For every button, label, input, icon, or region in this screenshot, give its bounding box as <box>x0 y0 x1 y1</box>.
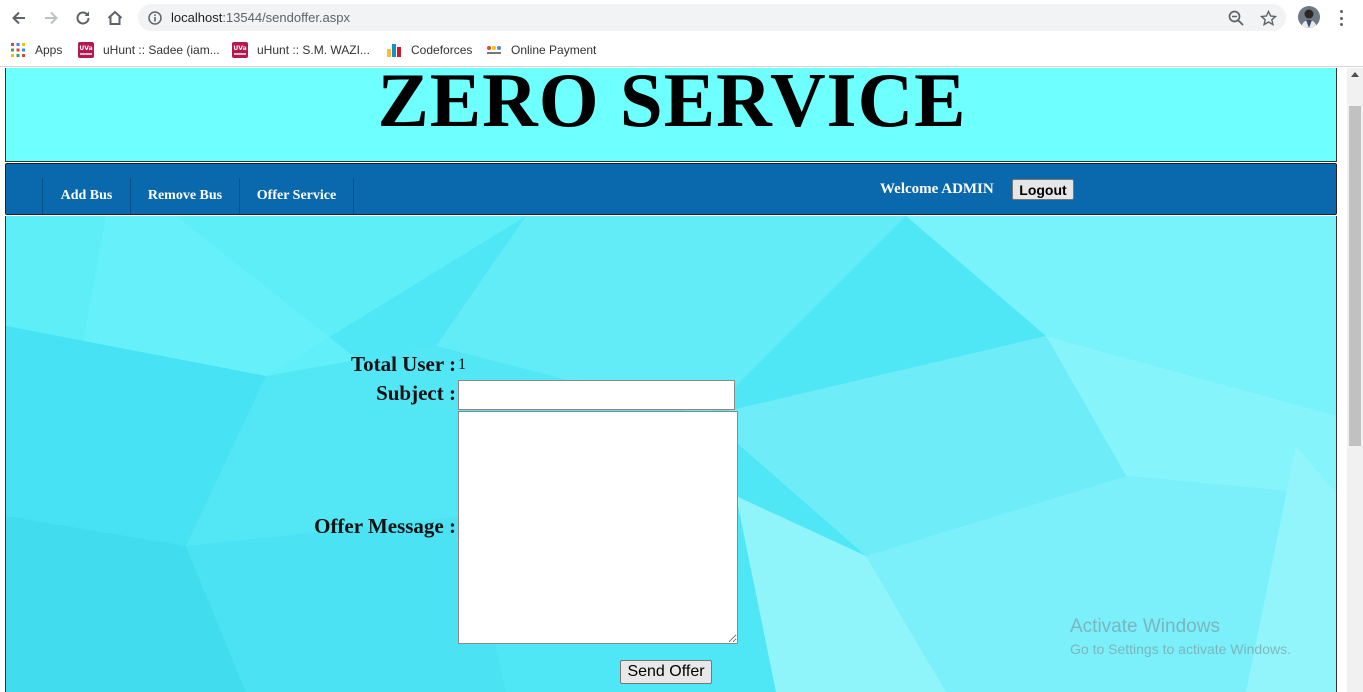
bookmark-label: uHunt :: Sadee (iam... <box>103 43 220 57</box>
total-user-label: Total User : <box>351 352 456 376</box>
svg-text:UVa: UVa <box>233 45 246 52</box>
admin-navbar: Add Bus Remove Bus Offer Service Welcome… <box>5 163 1337 215</box>
web-page: ZERO SERVICE Add Bus Remove Bus Offer Se… <box>0 68 1347 692</box>
home-icon[interactable] <box>104 7 126 29</box>
url-path: :13544/sendoffer.aspx <box>222 10 351 25</box>
browser-menu-icon[interactable] <box>1333 8 1349 28</box>
payment-icon <box>486 42 502 58</box>
svg-text:UVa: UVa <box>79 45 92 52</box>
site-title: ZERO SERVICE <box>377 68 967 143</box>
nav-separator <box>353 178 354 214</box>
url-text: localhost:13544/sendoffer.aspx <box>171 10 350 25</box>
site-header: ZERO SERVICE <box>5 68 1337 162</box>
send-offer-button[interactable]: Send Offer <box>620 660 712 684</box>
info-icon[interactable] <box>146 9 164 27</box>
welcome-text: Welcome ADMIN <box>880 181 994 197</box>
scroll-up-arrow-icon[interactable] <box>1351 72 1359 77</box>
apps-grid-icon <box>10 42 26 58</box>
reload-icon[interactable] <box>72 7 94 29</box>
page-scrollbar[interactable] <box>1347 68 1363 692</box>
browser-toolbar: localhost:13544/sendoffer.aspx <box>0 0 1363 35</box>
bookmark-codeforces[interactable]: Codeforces <box>386 41 472 59</box>
address-bar[interactable]: localhost:13544/sendoffer.aspx <box>138 4 1286 31</box>
activate-windows-subtitle: Go to Settings to activate Windows. <box>1070 641 1291 657</box>
bookmark-apps[interactable]: Apps <box>10 41 62 59</box>
profile-avatar[interactable] <box>1298 6 1320 28</box>
bookmark-label: Online Payment <box>511 43 597 57</box>
bookmarks-bar: Apps UVa uHunt :: Sadee (iam... UVa uHun… <box>0 35 1363 67</box>
url-host: localhost <box>171 10 223 25</box>
nav-offer-service[interactable]: Offer Service <box>240 178 353 214</box>
logout-button[interactable]: Logout <box>1012 179 1074 200</box>
uva-icon: UVa <box>232 42 248 58</box>
bookmark-label: uHunt :: S.M. WAZI... <box>257 43 370 57</box>
zoom-icon[interactable] <box>1227 9 1245 27</box>
offer-form-section: Total User : 1 Subject : Offer Message :… <box>5 216 1337 692</box>
uva-icon: UVa <box>78 42 94 58</box>
bookmark-label: Codeforces <box>411 43 473 57</box>
nav-remove-bus[interactable]: Remove Bus <box>131 178 239 214</box>
subject-input[interactable] <box>458 380 735 410</box>
codeforces-icon <box>386 42 402 58</box>
nav-add-bus[interactable]: Add Bus <box>43 178 130 214</box>
back-arrow-icon[interactable] <box>8 7 30 29</box>
bookmark-uhunt-wazi[interactable]: UVa uHunt :: S.M. WAZI... <box>232 41 370 59</box>
bookmark-uhunt-sadee[interactable]: UVa uHunt :: Sadee (iam... <box>78 41 220 59</box>
bookmark-label: Apps <box>35 43 63 57</box>
offer-message-textarea[interactable] <box>458 411 738 644</box>
offer-message-label: Offer Message : <box>314 514 456 538</box>
bookmark-online-payment[interactable]: Online Payment <box>486 41 596 59</box>
bookmark-star-icon[interactable] <box>1259 9 1277 27</box>
scroll-thumb[interactable] <box>1349 106 1361 446</box>
total-user-value: 1 <box>458 356 466 373</box>
forward-arrow-icon[interactable] <box>40 7 62 29</box>
subject-label: Subject : <box>376 381 456 405</box>
activate-windows-title: Activate Windows <box>1070 616 1220 637</box>
